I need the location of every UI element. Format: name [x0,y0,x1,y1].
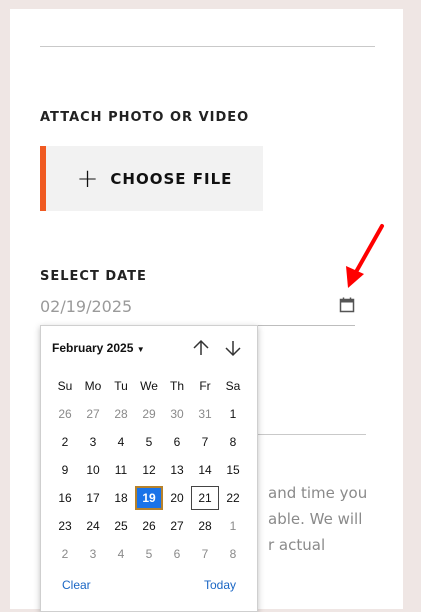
weekday-label: We [140,379,158,393]
weekday-label: Th [169,379,184,393]
calendar-day[interactable]: 27 [79,402,107,426]
calendar-day[interactable]: 4 [107,542,135,566]
calendar-day[interactable]: 13 [163,458,191,482]
calendar-day[interactable]: 3 [79,430,107,454]
input-underline [256,434,366,435]
calendar-day[interactable]: 2 [51,430,79,454]
calendar-day[interactable]: 22 [219,486,247,510]
description-text: and time you able. We will r actual [268,480,368,558]
weekday-label: Tu [114,379,128,393]
calendar-day[interactable]: 11 [107,458,135,482]
calendar-day[interactable]: 12 [135,458,163,482]
calendar-day[interactable]: 31 [191,402,219,426]
calendar-day[interactable]: 7 [191,542,219,566]
calendar-day[interactable]: 1 [219,402,247,426]
date-input[interactable]: 02/19/2025 [40,295,355,326]
calendar-day[interactable]: 23 [51,514,79,538]
calendar-day[interactable]: 26 [51,402,79,426]
calendar-day[interactable]: 8 [219,430,247,454]
calendar-day[interactable]: 27 [163,514,191,538]
calendar-day[interactable]: 6 [163,430,191,454]
description-line: and time you [268,484,368,502]
arrow-down-icon[interactable] [223,338,243,358]
month-select-button[interactable]: February 2025 ▼ [52,341,145,355]
month-label: February 2025 [52,341,134,355]
calendar-week-row: 2345678 [51,428,251,456]
calendar-day[interactable]: 16 [51,486,79,510]
arrow-up-icon[interactable] [191,338,211,358]
weekday-label: Su [57,379,73,393]
calendar-day[interactable]: 17 [79,486,107,510]
calendar-day[interactable]: 14 [191,458,219,482]
calendar-day[interactable]: 19 [135,486,163,510]
weekday-label: Sa [225,379,241,393]
today-button[interactable]: Today [204,578,236,592]
red-arrow-annotation [346,224,384,288]
calendar-day[interactable]: 1 [219,514,247,538]
attach-label: ATTACH PHOTO OR VIDEO [40,110,250,125]
description-line: able. We will [268,510,363,528]
calendar-day[interactable]: 5 [135,542,163,566]
input-underline [40,46,375,47]
triangle-down-icon: ▼ [136,345,145,354]
clear-button[interactable]: Clear [62,578,91,592]
calendar-day[interactable]: 29 [135,402,163,426]
calendar-day[interactable]: 20 [163,486,191,510]
description-line: r actual [268,536,326,554]
calendar-day[interactable]: 25 [107,514,135,538]
calendar-day[interactable]: 30 [163,402,191,426]
calendar-day[interactable]: 15 [219,458,247,482]
calendar-week-row: 2345678 [51,540,251,568]
calendar-day[interactable]: 8 [219,542,247,566]
choose-file-button[interactable]: + CHOOSE FILE [40,146,263,211]
calendar-day[interactable]: 3 [79,542,107,566]
calendar-day[interactable]: 28 [107,402,135,426]
calendar-day[interactable]: 9 [51,458,79,482]
weekday-label: Mo [84,379,102,393]
calendar-week-row: 16 17 18 19 20 21 22 [51,484,251,512]
calendar-day[interactable]: 6 [163,542,191,566]
calendar-icon[interactable] [339,297,355,313]
calendar-day[interactable]: 7 [191,430,219,454]
choose-file-label: CHOOSE FILE [110,169,233,188]
calendar-day[interactable]: 28 [191,514,219,538]
calendar-day[interactable]: 10 [79,458,107,482]
plus-icon: + [76,163,99,194]
date-value: 02/19/2025 [40,297,133,316]
calendar-week-row: 26 27 28 29 30 31 1 [51,400,251,428]
calendar-week-row: 9 10 11 12 13 14 15 [51,456,251,484]
calendar-day[interactable]: 24 [79,514,107,538]
weekday-label: Fr [199,379,211,393]
date-picker-popup: February 2025 ▼ Su Mo Tu We Th Fr Sa 26 27 28 29 30… [40,325,258,612]
select-date-label: SELECT DATE [40,269,147,284]
calendar-day[interactable]: 26 [135,514,163,538]
calendar-day[interactable]: 4 [107,430,135,454]
calendar-day[interactable]: 2 [51,542,79,566]
calendar-week-row: 23 24 25 26 27 28 1 [51,512,251,540]
calendar-day[interactable]: 21 [191,486,219,510]
calendar-grid: Su Mo Tu We Th Fr Sa 26 27 28 29 30 31 1 2 3 4 5 6 7 8 9 10 11 1… [51,372,251,568]
calendar-day[interactable]: 18 [107,486,135,510]
weekday-header-row: Su Mo Tu We Th Fr Sa [51,372,251,400]
calendar-day[interactable]: 5 [135,430,163,454]
